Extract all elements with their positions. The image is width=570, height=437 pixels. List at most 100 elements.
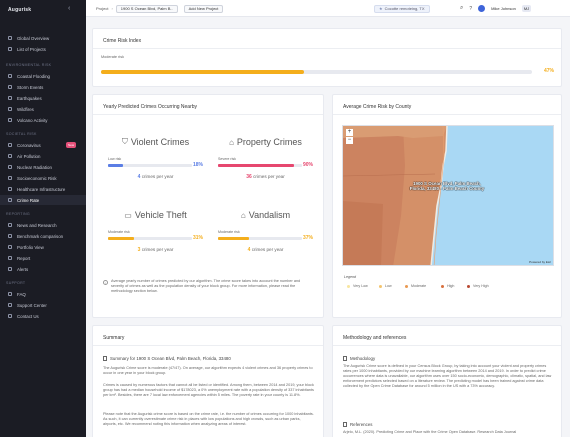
legend-swatch [405, 284, 408, 288]
card-title: Summary [103, 335, 125, 341]
sidebar-item-coastal-flooding[interactable]: Coastal Flooding [0, 71, 86, 81]
sidebar-item-label: Volcano Activity [17, 117, 48, 123]
card-title: Average Crime Risk by County [343, 104, 412, 110]
search-icon[interactable]: ⌕ [460, 5, 463, 12]
risk-percent: 47% [543, 68, 554, 74]
star-icon: ★ [379, 6, 383, 11]
crime-bar-fill [218, 164, 294, 167]
sidebar-item-label: Global Overview [17, 35, 50, 41]
crime-bar-fill [108, 164, 124, 167]
county-map-card: Average Crime Risk by County + − 1900 S … [332, 94, 562, 318]
crime-count-suffix: crimes per year [141, 174, 174, 179]
crime-count: 4 crimes per year [218, 247, 313, 253]
crime-count-value: 4 [137, 174, 141, 180]
crime-count: 36 crimes per year [218, 174, 313, 180]
sidebar-item-label: News and Research [17, 222, 57, 228]
sidebar-item-healthcare-infrastructure[interactable]: Healthcare Infrastructure [0, 184, 86, 194]
sidebar-item-icon [8, 74, 12, 78]
legend-item: Very High [467, 284, 489, 288]
sidebar-item-icon [8, 47, 12, 51]
crime-title: Vandalism [248, 210, 291, 220]
project-selector[interactable]: 1900 S Ocean Blvd, Palm B.. [115, 4, 178, 13]
sidebar-item-label: Benchmark comparison [17, 233, 64, 239]
sidebar-item-crime-rate[interactable]: Crime Rate [0, 195, 86, 205]
help-icon[interactable]: ? [469, 6, 472, 12]
summary-p2: Crimes is caused by numerous factors tha… [103, 383, 314, 397]
crime-name: ⌂ Vandalism [218, 210, 313, 220]
sidebar-item-icon [8, 118, 12, 122]
sidebar-item-alerts[interactable]: Alerts [0, 264, 86, 274]
crime-count: 3 crimes per year [108, 247, 203, 253]
county-map[interactable]: + − 1900 S Ocean Blvd, Palm Beach, Flori… [342, 125, 554, 266]
sidebar-item-icon [8, 154, 12, 158]
sidebar-item-earthquakes[interactable]: Earthquakes [0, 93, 86, 103]
notification-icon[interactable] [478, 5, 486, 12]
sidebar-item-label: Crime Rate [17, 197, 40, 203]
summary-card: Summary Summary for 1900 S Ocean Blvd, P… [92, 325, 324, 437]
crime-risk: Moderate risk [218, 230, 240, 234]
sidebar-item-global-overview[interactable]: Global Overview [0, 33, 86, 43]
risk-bar-track [101, 70, 532, 74]
sidebar-item-icon [8, 303, 12, 307]
sidebar-item-icon [8, 187, 12, 191]
crime-risk-index-card: Crime Risk Index Moderate risk 47% [92, 28, 562, 87]
sidebar-item-nuclear-radiation[interactable]: Nuclear Radiation [0, 162, 86, 172]
crime-item-vehicle-theft: ▭ Vehicle Theft Moderate risk 31% 3 crimes p… [108, 210, 203, 262]
sidebar-item-contact-us[interactable]: Contact Us [0, 311, 86, 321]
car-icon: ▭ [124, 210, 132, 220]
sidebar-item-icon [8, 165, 12, 169]
sidebar-item-support-center[interactable]: Support Center [0, 300, 86, 310]
zoom-out-button[interactable]: − [346, 137, 353, 144]
sidebar-item-news-and-research[interactable]: News and Research [0, 220, 86, 230]
sidebar-item-icon [8, 85, 12, 89]
crime-bar-track [218, 164, 302, 167]
sidebar-item-label: Socioeconomic Risk [17, 175, 57, 181]
sidebar-item-air-pollution[interactable]: Air Pollution [0, 151, 86, 161]
sidebar-item-storm-events[interactable]: Storm Events [0, 82, 86, 92]
crime-title: Property Crimes [236, 137, 302, 147]
sidebar-item-icon [8, 267, 12, 271]
sidebar-item-socioeconomic-risk[interactable]: Socioeconomic Risk [0, 173, 86, 183]
zoom-in-button[interactable]: + [346, 129, 353, 136]
location-search-text: Cocotte remoteing, TX [384, 6, 425, 11]
add-project-button[interactable]: Add New Project [183, 4, 224, 13]
crime-risk: Low risk [108, 157, 122, 161]
sidebar-item-faq[interactable]: FAQ [0, 289, 86, 299]
legend-label: Moderate [411, 284, 427, 288]
crime-count: 4 crimes per year [108, 174, 203, 180]
sidebar-item-icon [8, 292, 12, 296]
crime-title: Vehicle Theft [134, 210, 187, 220]
sidebar: Augurisk ‹ Global Overview List of Projec… [0, 0, 86, 437]
legend-swatch [441, 284, 444, 288]
crime-name: ⌂ Property Crimes [218, 137, 313, 147]
sidebar-item-volcano-activity[interactable]: Volcano Activity [0, 115, 86, 125]
crime-percent: 31% [192, 235, 203, 241]
legend-label: Low [385, 284, 392, 288]
risk-bar-fill [101, 70, 304, 74]
crime-count-value: 3 [137, 247, 141, 253]
sidebar-item-label: Earthquakes [17, 95, 42, 101]
crime-bar-track [218, 237, 302, 240]
sidebar-item-report[interactable]: Report [0, 253, 86, 263]
crime-percent: 18% [192, 162, 203, 168]
crime-percent: 90% [302, 162, 313, 168]
shield-icon: ⛉ [121, 137, 128, 146]
sidebar-item-wildfires[interactable]: Wildfires [0, 104, 86, 114]
sidebar-item-portfolio-view[interactable]: Portfolio View [0, 242, 86, 252]
crime-count-value: 36 [246, 174, 252, 180]
sidebar-item-benchmark-comparison[interactable]: Benchmark comparison [0, 231, 86, 241]
sidebar-item-icon [8, 107, 12, 111]
user-avatar[interactable]: MJ [521, 5, 532, 12]
user-name[interactable]: Mike Johnson [491, 6, 516, 11]
sidebar-item-coronavirus[interactable]: Coronavirus New [0, 140, 86, 150]
sidebar-item-label: Air Pollution [17, 153, 41, 159]
crime-name: ▭ Vehicle Theft [108, 210, 203, 220]
location-search[interactable]: ★ Cocotte remoteing, TX [374, 4, 430, 13]
sidebar-item-list-of-projects[interactable]: List of Projects [0, 44, 86, 54]
crime-count-value: 4 [247, 247, 251, 253]
collapse-sidebar-icon[interactable]: ‹ [68, 5, 70, 12]
crime-count-suffix: crimes per year [253, 174, 285, 179]
sidebar-item-label: Report [17, 255, 31, 261]
sidebar-item-icon [8, 143, 12, 147]
breadcrumb-root[interactable]: Project [96, 6, 108, 11]
